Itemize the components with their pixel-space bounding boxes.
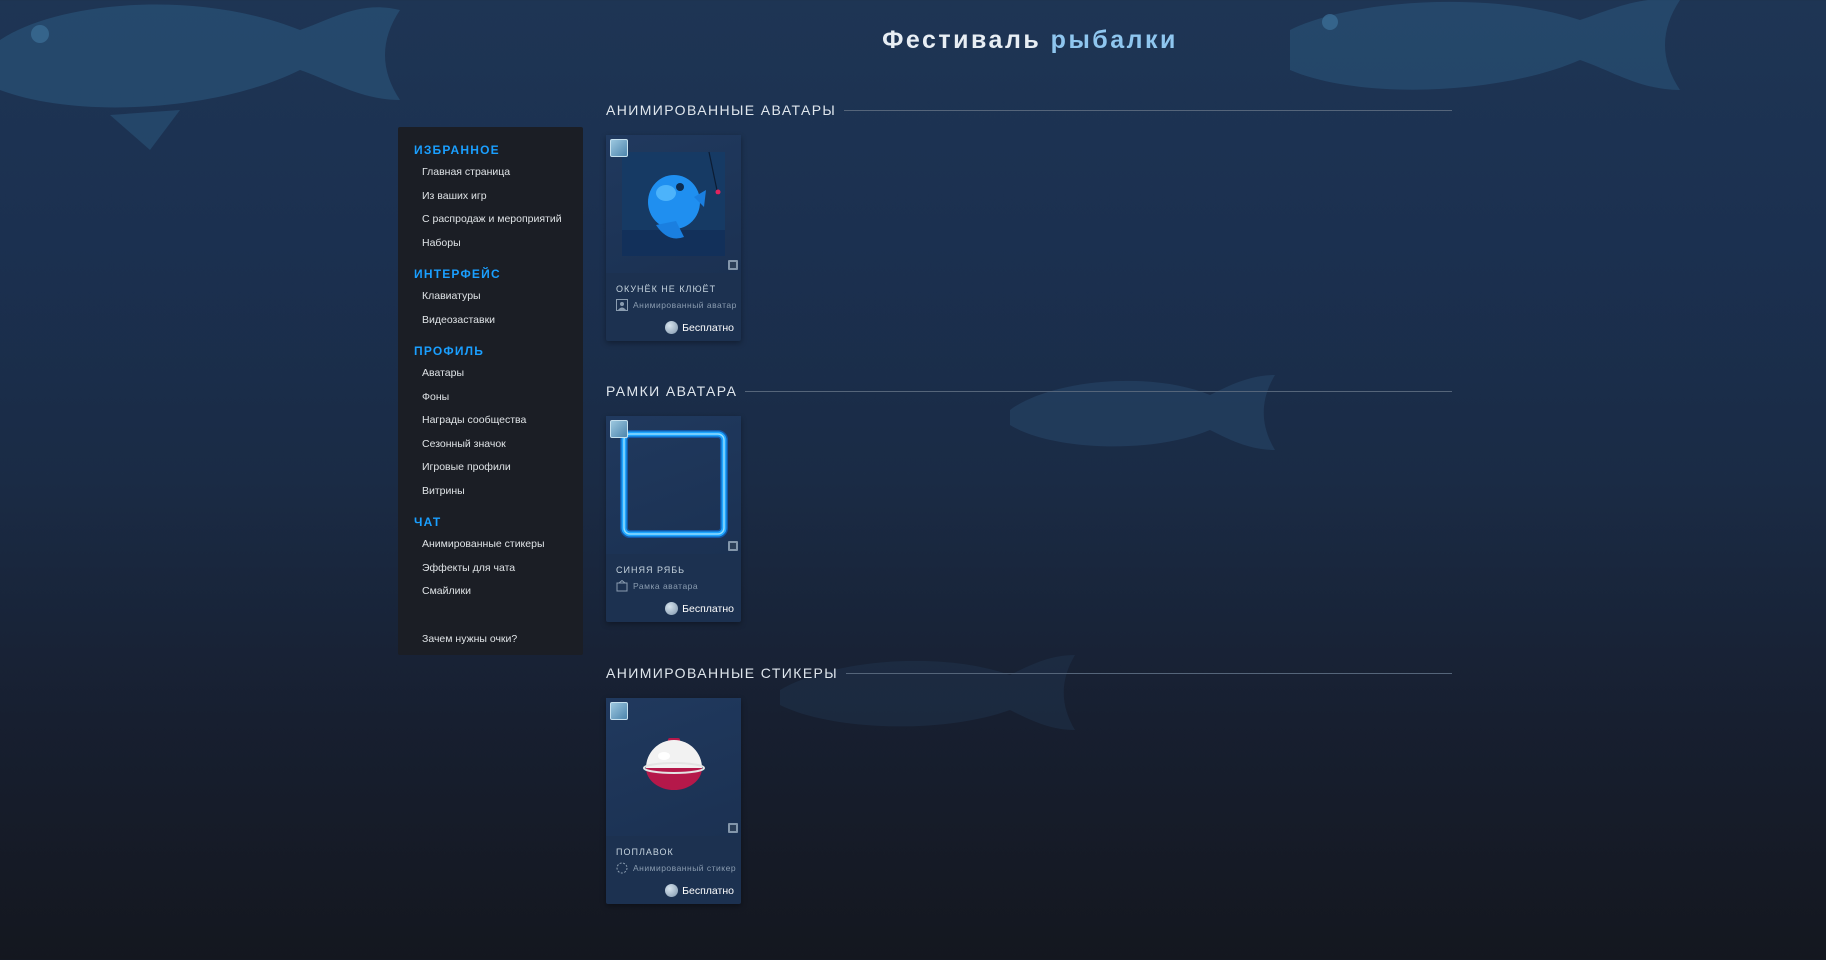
points-coin-icon — [665, 602, 679, 615]
section-title: АНИМИРОВАННЫЕ СТИКЕРЫ — [606, 665, 839, 681]
section-header-animated-avatars: АНИМИРОВАННЫЕ АВАТАРЫ — [606, 102, 1452, 118]
sidebar-item-community-awards[interactable]: Награды сообщества — [398, 409, 583, 433]
background-fish-middle — [1010, 375, 1275, 450]
sidebar-item-game-profiles[interactable]: Игровые профили — [398, 456, 583, 480]
item-price-label: Бесплатно — [682, 602, 734, 615]
section-header-animated-stickers: АНИМИРОВАННЫЕ СТИКЕРЫ — [606, 665, 1452, 681]
fish-festival-icon — [610, 420, 628, 438]
page-title-accent: рыбалки — [1050, 26, 1178, 54]
section-title: РАМКИ АВАТАРА — [606, 383, 738, 399]
sidebar-item-emoticons[interactable]: Смайлики — [398, 580, 583, 604]
background-fish-bottom — [780, 655, 1075, 730]
item-preview — [606, 135, 741, 273]
preview-expand-icon[interactable] — [728, 823, 738, 833]
sidebar-item-sales-events[interactable]: С распродаж и мероприятий — [398, 208, 583, 232]
background-fish-left — [0, 4, 400, 150]
sidebar-item-home[interactable]: Главная страница — [398, 161, 583, 185]
item-card-sticker[interactable]: ПОПЛАВОК Анимированный стикер Бесплатно — [606, 698, 741, 904]
item-card-frame[interactable]: СИНЯЯ РЯБЬ Рамка аватара Бесплатно — [606, 416, 741, 622]
fish-festival-icon — [610, 139, 628, 157]
sidebar-item-avatars[interactable]: Аватары — [398, 362, 583, 386]
sidebar-item-startup-movies[interactable]: Видеозаставки — [398, 309, 583, 333]
sidebar-footer: Зачем нужны очки? — [398, 628, 583, 652]
preview-expand-icon[interactable] — [728, 541, 738, 551]
frame-type-icon — [616, 580, 628, 592]
section-title: АНИМИРОВАННЫЕ АВАТАРЫ — [606, 102, 837, 118]
sidebar-item-from-your-games[interactable]: Из ваших игр — [398, 185, 583, 209]
item-price-label: Бесплатно — [682, 884, 734, 897]
item-price[interactable]: Бесплатно — [665, 884, 734, 897]
item-type-label: Анимированный стикер — [633, 863, 737, 873]
sticker-type-icon — [616, 862, 628, 874]
page-title: Фестиваль рыбалки — [0, 26, 1826, 55]
sidebar-group-profile: Профиль Аватары Фоны Награды сообщества … — [398, 344, 583, 503]
item-type: Анимированный аватар — [616, 299, 737, 311]
sidebar-item-why-points[interactable]: Зачем нужны очки? — [398, 628, 583, 652]
item-type-label: Анимированный аватар — [633, 300, 737, 310]
item-type-label: Рамка аватара — [633, 581, 699, 591]
item-name: СИНЯЯ РЯБЬ — [616, 565, 686, 575]
points-coin-icon — [665, 321, 679, 334]
preview-expand-icon[interactable] — [728, 260, 738, 270]
sidebar-heading: Профиль — [414, 344, 485, 358]
item-price-label: Бесплатно — [682, 321, 734, 334]
item-name: ПОПЛАВОК — [616, 847, 674, 857]
avatar-type-icon — [616, 299, 628, 311]
sidebar-item-showcases[interactable]: Витрины — [398, 480, 583, 504]
item-price[interactable]: Бесплатно — [665, 321, 734, 334]
sidebar-heading: Интерфейс — [414, 267, 501, 281]
section-divider — [846, 672, 1452, 674]
item-preview — [606, 698, 741, 836]
section-divider — [844, 109, 1452, 111]
section-divider — [745, 390, 1452, 392]
sidebar-item-keyboards[interactable]: Клавиатуры — [398, 285, 583, 309]
item-preview — [606, 416, 741, 554]
sidebar-heading: Избранное — [414, 143, 500, 157]
item-type: Анимированный стикер — [616, 862, 736, 874]
fish-festival-icon — [610, 702, 628, 720]
sidebar-item-bundles[interactable]: Наборы — [398, 232, 583, 256]
sidebar-group-chat: Чат Анимированные стикеры Эффекты для ча… — [398, 515, 583, 604]
item-name: ОКУНЁК НЕ КЛЮЁТ — [616, 284, 717, 294]
sidebar: Избранное Главная страница Из ваших игр … — [398, 127, 583, 655]
item-type: Рамка аватара — [616, 580, 698, 592]
section-header-avatar-frames: РАМКИ АВАТАРА — [606, 383, 1452, 399]
sidebar-group-favorites: Избранное Главная страница Из ваших игр … — [398, 143, 583, 255]
page-title-main: Фестиваль — [882, 26, 1042, 54]
sidebar-item-chat-effects[interactable]: Эффекты для чата — [398, 557, 583, 581]
sidebar-item-animated-stickers[interactable]: Анимированные стикеры — [398, 533, 583, 557]
sidebar-item-seasonal-badge[interactable]: Сезонный значок — [398, 433, 583, 457]
sidebar-heading: Чат — [414, 515, 442, 529]
item-price[interactable]: Бесплатно — [665, 602, 734, 615]
sidebar-item-backgrounds[interactable]: Фоны — [398, 386, 583, 410]
points-coin-icon — [665, 884, 679, 897]
item-card-avatar[interactable]: ОКУНЁК НЕ КЛЮЁТ Анимированный аватар Бес… — [606, 135, 741, 341]
sidebar-group-interface: Интерфейс Клавиатуры Видеозаставки — [398, 267, 583, 332]
